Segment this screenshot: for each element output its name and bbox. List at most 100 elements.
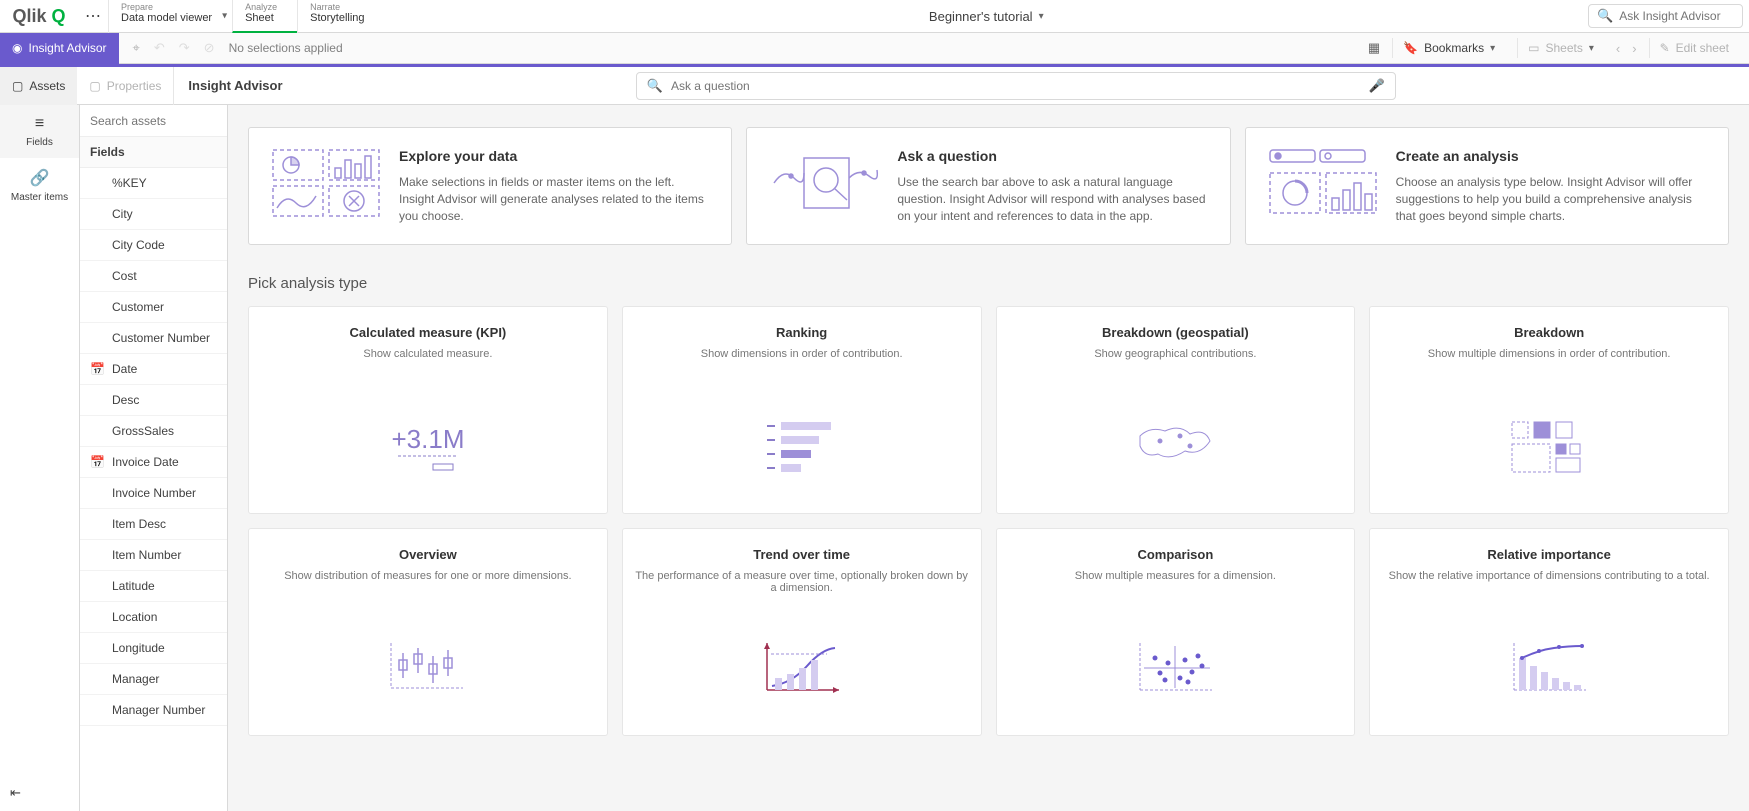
smart-search-icon[interactable]: ⌖ (133, 40, 140, 56)
properties-toggle[interactable]: ▢ Properties (77, 67, 173, 105)
intro-card: Ask a questionUse the search bar above t… (746, 127, 1230, 245)
field-label: Item Number (112, 548, 181, 562)
field-item[interactable]: Desc (80, 385, 227, 416)
field-label: Customer Number (112, 331, 210, 345)
insight-advisor-button[interactable]: ◉ Insight Advisor (0, 33, 119, 64)
field-item[interactable]: Item Number (80, 540, 227, 571)
analysis-desc: Show geographical contributions. (1009, 348, 1343, 378)
collapse-panel-icon[interactable]: ⇤ (0, 775, 79, 811)
calendar-icon: 📅 (90, 362, 104, 376)
nav-tab-storytelling[interactable]: NarrateStorytelling (297, 0, 384, 33)
field-item[interactable]: 📅 Date (80, 354, 227, 385)
field-item[interactable]: 📅Invoice Date (80, 447, 227, 478)
calendar-icon: 📅 (90, 455, 104, 469)
analysis-card-breakdown[interactable]: Breakdown Show multiple dimensions in ord… (1369, 306, 1729, 514)
search-icon: 🔍 (1597, 8, 1613, 24)
next-sheet-icon[interactable]: › (1632, 41, 1636, 56)
chevron-down-icon[interactable]: ▾ (1039, 11, 1044, 22)
field-item[interactable]: Location (80, 602, 227, 633)
analysis-viz-icon (635, 408, 969, 483)
analysis-desc: Show multiple dimensions in order of con… (1382, 348, 1716, 378)
field-item[interactable]: Longitude (80, 633, 227, 664)
field-label: Item Desc (112, 517, 166, 531)
analysis-title: Breakdown (1382, 325, 1716, 340)
field-label: Date (112, 362, 137, 376)
field-item[interactable]: Customer Number (80, 323, 227, 354)
analysis-viz-icon (1009, 630, 1343, 705)
intro-illustration (271, 148, 381, 218)
step-forward-icon[interactable]: ↷ (179, 40, 190, 56)
analysis-card-pareto[interactable]: Relative importance Show the relative imp… (1369, 528, 1729, 736)
analysis-title: Breakdown (geospatial) (1009, 325, 1343, 340)
selections-tool-icon[interactable]: ▦ (1368, 40, 1380, 56)
app-title[interactable]: Beginner's tutorial (929, 9, 1033, 24)
field-label: Desc (112, 393, 139, 407)
global-menu-icon[interactable]: ⋯ (78, 6, 108, 26)
analysis-title: Ranking (635, 325, 969, 340)
ask-insight-input-wrapper[interactable]: 🔍 (1588, 4, 1743, 28)
analysis-title: Relative importance (1382, 547, 1716, 562)
field-label: %KEY (112, 176, 147, 190)
microphone-icon[interactable]: 🎤 (1369, 78, 1385, 94)
page-title: Insight Advisor (174, 78, 282, 93)
field-item[interactable]: Customer (80, 292, 227, 323)
field-item[interactable]: Manager Number (80, 695, 227, 726)
clear-selections-icon[interactable]: ⊘ (204, 40, 215, 56)
link-icon: 🔗 (30, 168, 50, 188)
question-search-box[interactable]: 🔍 🎤 (636, 72, 1396, 100)
field-item[interactable]: Cost (80, 261, 227, 292)
nav-tab-data-model-viewer[interactable]: PrepareData model viewer▾ (108, 0, 232, 33)
intro-card: Explore your dataMake selections in fiel… (248, 127, 732, 245)
analysis-viz-icon (1382, 630, 1716, 705)
chevron-down-icon[interactable]: ▾ (222, 11, 227, 22)
section-title: Pick analysis type (248, 275, 1729, 292)
nav-tab-sheet[interactable]: AnalyzeSheet (232, 0, 297, 33)
logo[interactable]: Qlik Q (0, 6, 78, 27)
analysis-desc: Show the relative importance of dimensio… (1382, 570, 1716, 600)
field-label: Longitude (112, 641, 165, 655)
no-selections-label: No selections applied (229, 41, 343, 55)
analysis-card-overview[interactable]: OverviewShow distribution of measures fo… (248, 528, 608, 736)
analysis-card-trend[interactable]: Trend over timeThe performance of a meas… (622, 528, 982, 736)
field-item[interactable]: Manager (80, 664, 227, 695)
intro-desc: Choose an analysis type below. Insight A… (1396, 174, 1706, 224)
field-label: Customer (112, 300, 164, 314)
sheets-button[interactable]: ▭ Sheets ▾ (1517, 38, 1604, 58)
ask-insight-input[interactable] (1619, 9, 1734, 23)
analysis-card-geo[interactable]: Breakdown (geospatial) Show geographical … (996, 306, 1356, 514)
svg-text:+3.1M: +3.1M (391, 424, 464, 454)
field-item[interactable]: %KEY (80, 168, 227, 199)
field-item[interactable]: GrossSales (80, 416, 227, 447)
analysis-viz-icon: +3.1M (261, 408, 595, 483)
intro-illustration (769, 148, 879, 218)
prev-sheet-icon[interactable]: ‹ (1616, 41, 1620, 56)
analysis-card-kpi[interactable]: Calculated measure (KPI)Show calculated … (248, 306, 608, 514)
intro-card: Create an analysisChoose an analysis typ… (1245, 127, 1729, 245)
analysis-viz-icon (635, 630, 969, 705)
field-item[interactable]: Item Desc (80, 509, 227, 540)
analysis-title: Comparison (1009, 547, 1343, 562)
field-item[interactable]: City Code (80, 230, 227, 261)
field-item[interactable]: Invoice Number (80, 478, 227, 509)
analysis-card-comparison[interactable]: Comparison Show multiple measures for a d… (996, 528, 1356, 736)
field-item[interactable]: Latitude (80, 571, 227, 602)
analysis-desc: Show multiple measures for a dimension. (1009, 570, 1343, 600)
field-label: Manager Number (112, 703, 205, 717)
field-label: Cost (112, 269, 137, 283)
edit-sheet-button[interactable]: ✎ Edit sheet (1649, 38, 1739, 58)
question-input[interactable] (671, 79, 1369, 93)
intro-title: Explore your data (399, 148, 709, 164)
eye-icon: ◉ (12, 41, 22, 55)
pencil-icon: ✎ (1660, 41, 1670, 55)
bookmark-icon: 🔖 (1403, 41, 1418, 55)
intro-title: Ask a question (897, 148, 1207, 164)
analysis-card-ranking[interactable]: RankingShow dimensions in order of contr… (622, 306, 982, 514)
vstrip-fields[interactable]: ≡ Fields (0, 105, 79, 158)
step-back-icon[interactable]: ↶ (154, 40, 165, 56)
asset-search-input[interactable] (90, 114, 217, 128)
field-item[interactable]: City (80, 199, 227, 230)
bookmarks-button[interactable]: 🔖 Bookmarks ▾ (1392, 38, 1505, 58)
vstrip-master-items[interactable]: 🔗 Master items (0, 158, 79, 213)
assets-toggle[interactable]: ▢ Assets (0, 67, 77, 105)
intro-illustration (1268, 148, 1378, 218)
